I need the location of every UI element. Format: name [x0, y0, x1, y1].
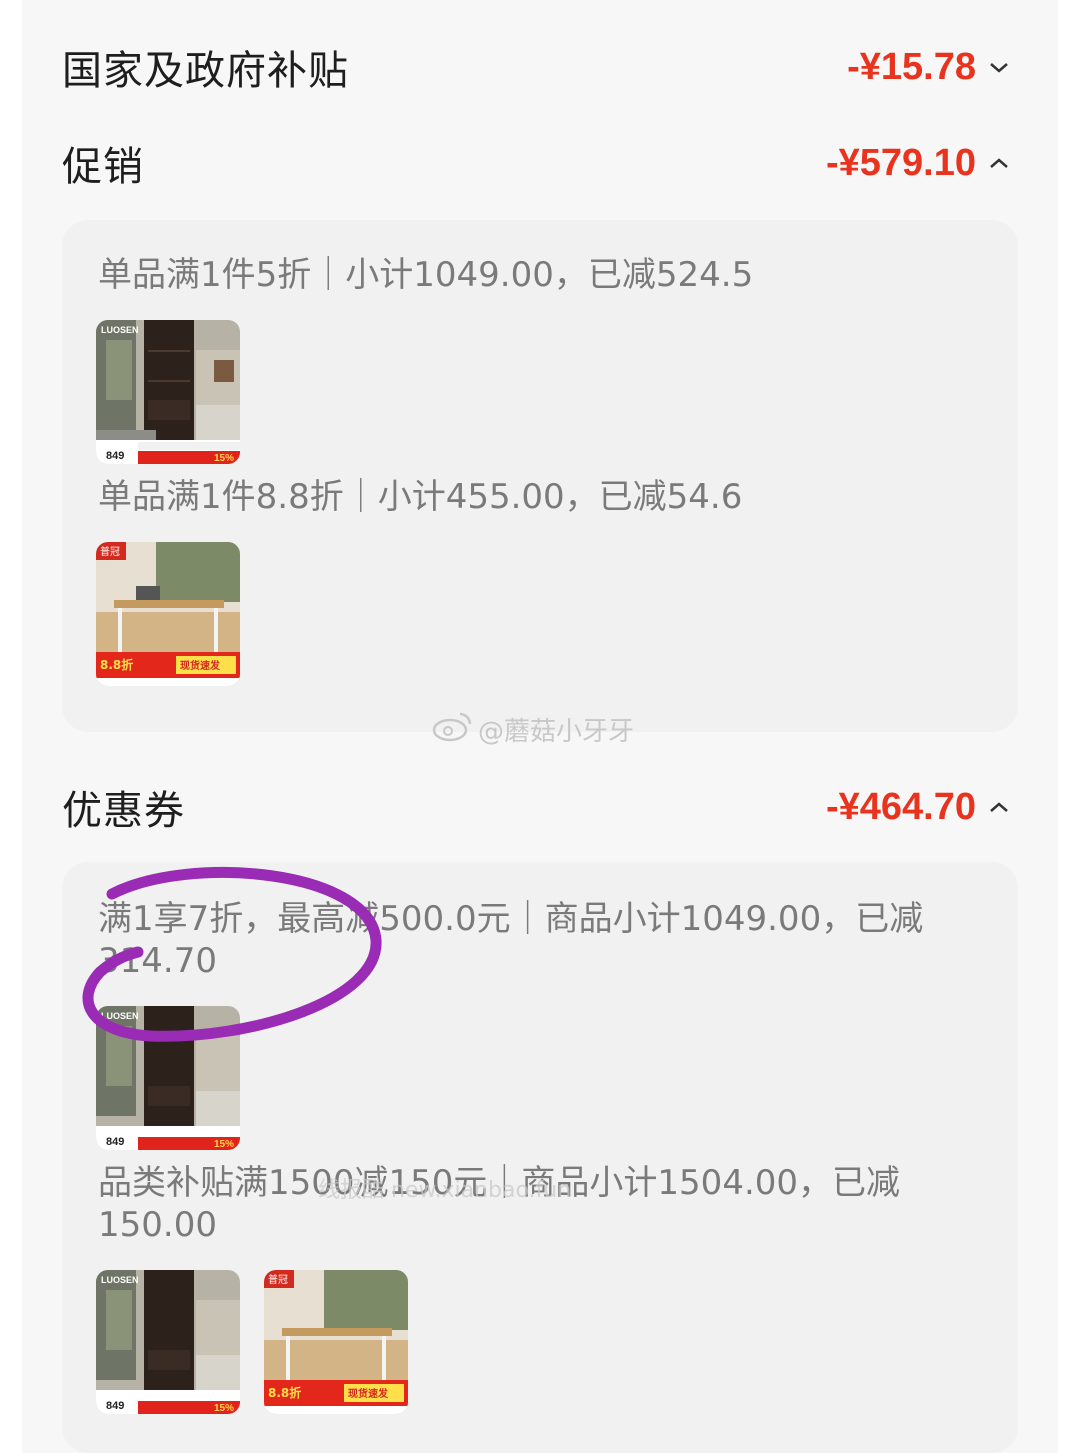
product-badge: 8.8折 — [268, 1385, 301, 1400]
watermark: @蘑菇小牙牙 — [432, 710, 634, 749]
promotion-row[interactable]: 促销 -¥579.10 — [62, 128, 1010, 198]
promotion-title: 促销 — [62, 144, 144, 190]
product-price: 849 — [106, 1136, 124, 1148]
product-brand: LUOSEN — [101, 1275, 139, 1285]
promotion-amount: -¥579.10 — [825, 141, 976, 184]
chevron-down-icon[interactable] — [988, 56, 1010, 78]
coupon-row[interactable]: 优惠券 -¥464.70 — [62, 772, 1010, 842]
product-badge: 8.8折 — [100, 657, 133, 672]
product-brand: 普冠 — [268, 1273, 288, 1286]
product-badge: 15% — [214, 453, 234, 464]
product-thumbnail-cabinet[interactable]: LUOSEN 849 15% — [96, 320, 240, 464]
product-price: 849 — [106, 450, 124, 462]
subsidy-row[interactable]: 国家及政府补贴 -¥15.78 — [62, 32, 1010, 102]
subsidy-title: 国家及政府补贴 — [62, 48, 349, 94]
product-promo: 现货速发 — [348, 1387, 389, 1400]
annotation-circle — [82, 866, 382, 1042]
promotion-item-desc: 单品满1件5折｜小计1049.00，已减524.5 — [98, 255, 754, 295]
product-thumbnail-desk[interactable]: 普冠 8.8折 现货速发 — [96, 542, 240, 686]
weibo-icon — [432, 710, 472, 749]
coupon-amount: -¥464.70 — [825, 785, 976, 828]
product-brand: LUOSEN — [101, 325, 139, 335]
subsidy-amount: -¥15.78 — [847, 45, 976, 88]
watermark-text: @蘑菇小牙牙 — [478, 717, 635, 747]
product-price: 849 — [106, 1400, 124, 1412]
product-brand: 普冠 — [100, 545, 120, 558]
chevron-up-icon[interactable] — [988, 796, 1010, 818]
product-badge: 15% — [214, 1139, 234, 1150]
promotion-item-desc: 单品满1件8.8折｜小计455.00，已减54.6 — [98, 477, 743, 517]
watermark-secondary: 线报酷 new.xianbao.fun — [318, 1178, 572, 1203]
chevron-up-icon[interactable] — [988, 152, 1010, 174]
product-promo: 现货速发 — [180, 659, 221, 672]
coupon-title: 优惠券 — [62, 788, 185, 834]
product-thumbnail-desk[interactable]: 普冠 8.8折 现货速发 — [264, 1270, 408, 1414]
product-thumbnail-cabinet[interactable]: LUOSEN 849 15% — [96, 1270, 240, 1414]
product-badge: 15% — [214, 1403, 234, 1414]
